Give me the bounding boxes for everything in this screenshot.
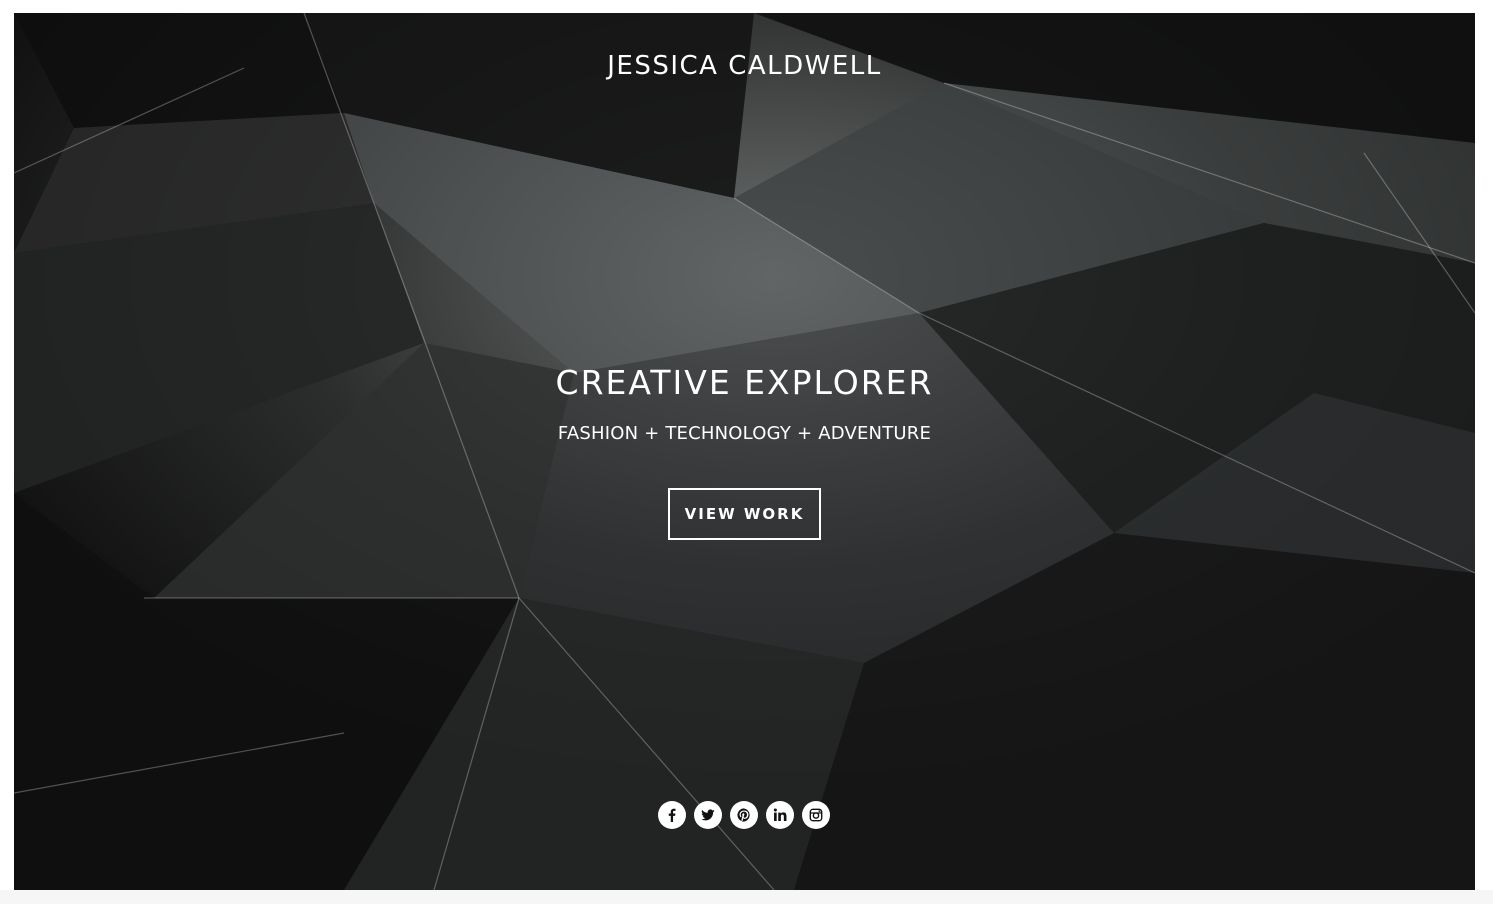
pinterest-icon	[737, 808, 750, 822]
social-links	[658, 801, 830, 829]
instagram-link[interactable]	[802, 801, 830, 829]
view-work-button[interactable]: VIEW WORK	[668, 488, 821, 540]
facebook-link[interactable]	[658, 801, 686, 829]
facebook-icon	[668, 808, 676, 822]
twitter-icon	[701, 809, 715, 821]
page-bottom-strip	[0, 890, 1493, 904]
pinterest-link[interactable]	[730, 801, 758, 829]
hero-section: JESSICA CALDWELL CREATIVE EXPLORER FASHI…	[14, 13, 1475, 890]
twitter-link[interactable]	[694, 801, 722, 829]
hero-tagline: FASHION + TECHNOLOGY + ADVENTURE	[557, 423, 932, 444]
hero-headline: CREATIVE EXPLORER	[555, 363, 934, 402]
linkedin-link[interactable]	[766, 801, 794, 829]
geometric-background	[14, 13, 1475, 890]
site-name[interactable]: JESSICA CALDWELL	[14, 51, 1475, 81]
linkedin-icon	[773, 808, 787, 822]
instagram-icon	[809, 808, 823, 822]
